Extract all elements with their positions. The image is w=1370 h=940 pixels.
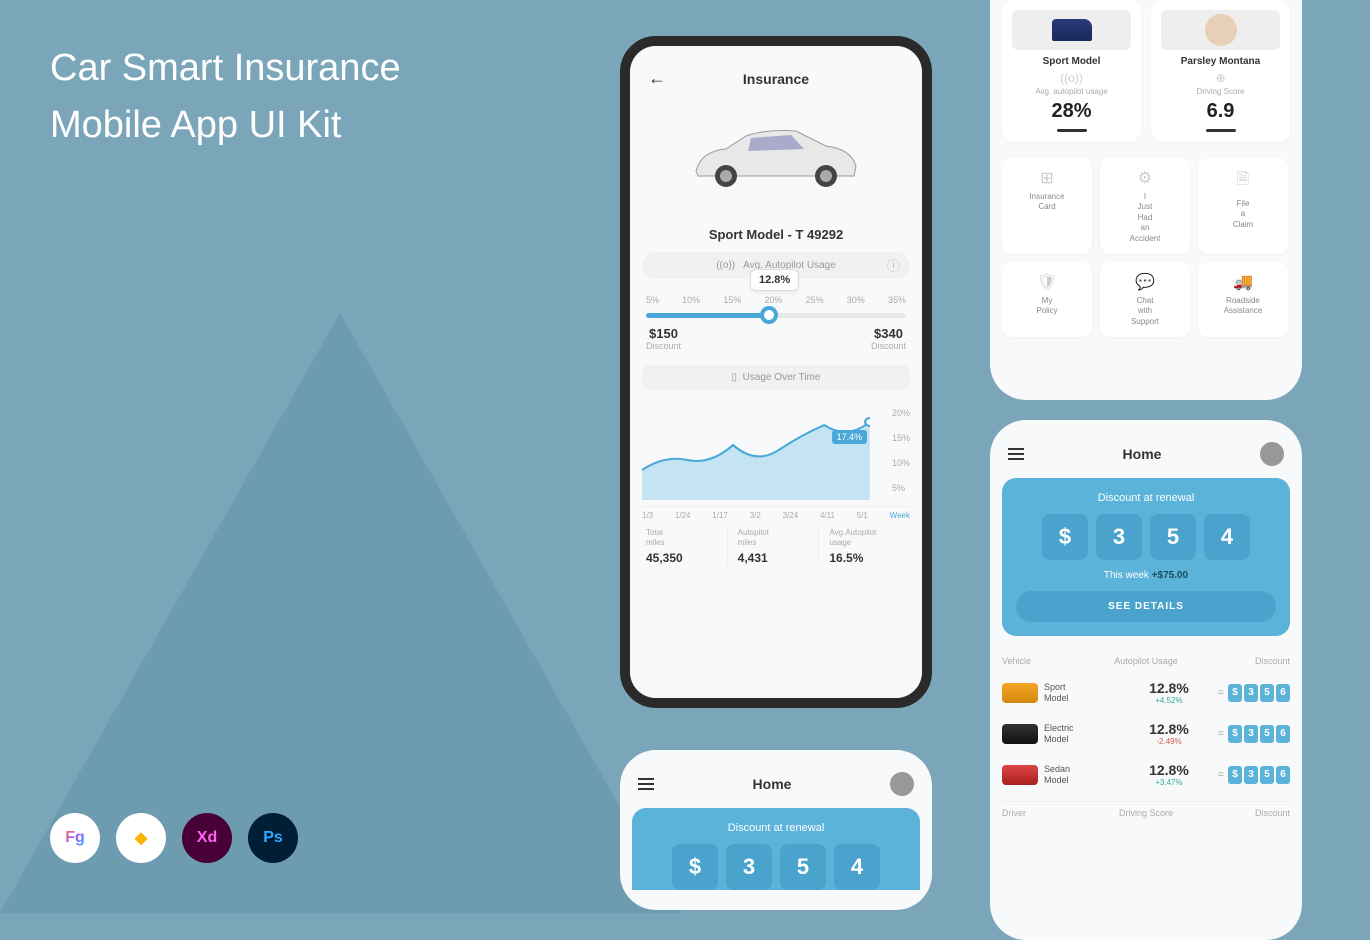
car-thumb <box>1002 683 1038 703</box>
digit: 345 <box>834 844 880 890</box>
info-icon[interactable]: i <box>887 259 900 272</box>
car-thumb <box>1002 724 1038 744</box>
vehicle-card[interactable]: Sport Model ((o)) Avg. autopilot usage 2… <box>1002 0 1141 142</box>
vehicle-row[interactable]: ElectricModel 12.8%-2.49% = $356 <box>1002 713 1290 754</box>
action-tile[interactable]: 💬ChatwithSupport <box>1100 262 1190 337</box>
menu-button[interactable] <box>638 778 654 790</box>
wheel-icon: ⊕ <box>1161 71 1280 85</box>
action-icon: 💬 <box>1104 272 1186 292</box>
stat-item: Totalmiles45,350 <box>642 528 728 565</box>
action-tile[interactable]: 🗎FileaClaim <box>1198 158 1288 254</box>
car-thumb <box>1002 765 1038 785</box>
xd-icon: Xd <box>182 813 232 863</box>
stat-item: Autopilotmiles4,431 <box>734 528 820 565</box>
avatar[interactable] <box>1260 442 1284 466</box>
signal-icon: ((o)) <box>716 260 735 271</box>
action-icon: ⚙ <box>1104 168 1186 188</box>
action-tile[interactable]: ⚙IJustHadanAccident <box>1100 158 1190 254</box>
bars-icon: ▯ <box>732 372 738 383</box>
driver-card[interactable]: Parsley Montana ⊕ Driving Score 6.9 <box>1151 0 1290 142</box>
discount-card[interactable]: Discount at renewal $234456345 <box>632 808 920 890</box>
table-header-2: Driver Driving Score Discount <box>1002 801 1290 824</box>
usage-chart[interactable]: 17.4% 20%15%10%5% <box>642 400 910 500</box>
slider-value-badge: 12.8% <box>750 269 799 291</box>
phone-home-partial: Home Discount at renewal $234456345 <box>620 750 932 910</box>
vehicle-row[interactable]: SportModel 12.8%+4.52% = $356 <box>1002 672 1290 713</box>
digit: 456 <box>780 844 826 890</box>
action-tile[interactable]: ⊞InsuranceCard <box>1002 158 1092 254</box>
phone-home: Home Discount at renewal $234456345 This… <box>990 420 1302 940</box>
digit: 456 <box>1150 514 1196 560</box>
back-button[interactable]: ← <box>648 68 666 89</box>
phone-dashboard: Sport Model ((o)) Avg. autopilot usage 2… <box>990 0 1302 400</box>
action-icon: 🛡 <box>1006 272 1088 292</box>
action-icon: 🚚 <box>1202 272 1284 292</box>
platform-icons: Fg ◆ Xd Ps <box>50 813 298 863</box>
menu-button[interactable] <box>1008 448 1024 460</box>
digit: 345 <box>1204 514 1250 560</box>
slider-thumb[interactable] <box>760 306 778 324</box>
figma-icon: Fg <box>50 813 100 863</box>
screen-title: Home <box>1024 446 1260 462</box>
signal-icon: ((o)) <box>1012 71 1131 85</box>
discount-card: Discount at renewal $234456345 This week… <box>1002 478 1290 636</box>
see-details-button[interactable]: SEE DETAILS <box>1016 591 1276 622</box>
phone-insurance: ← Insurance Sport Model - T 49292 ((o)) … <box>620 36 932 708</box>
avatar[interactable] <box>890 772 914 796</box>
usage-slider[interactable]: 12.8% 5%10%15%20%25%30%35% $150Discount … <box>646 295 906 351</box>
sketch-icon: ◆ <box>116 813 166 863</box>
usage-chart-header: ▯ Usage Over Time <box>642 365 910 390</box>
digit: $ <box>672 844 718 890</box>
screen-title: Home <box>654 776 890 792</box>
screen-title: Insurance <box>666 71 886 87</box>
action-tile[interactable]: 🛡MyPolicy <box>1002 262 1092 337</box>
stat-item: Avg.Autopilotusage16.5% <box>825 528 910 565</box>
digit: 234 <box>726 844 772 890</box>
ps-icon: Ps <box>248 813 298 863</box>
car-image <box>642 101 910 221</box>
chart-point-value: 17.4% <box>832 430 868 444</box>
car-model: Sport Model - T 49292 <box>642 227 910 242</box>
digit: $ <box>1042 514 1088 560</box>
table-header: Vehicle Autopilot Usage Discount <box>1002 650 1290 672</box>
action-tile[interactable]: 🚚RoadsideAssistance <box>1198 262 1288 337</box>
action-icon: 🗎 <box>1202 168 1284 195</box>
action-icon: ⊞ <box>1006 168 1088 188</box>
digit: 234 <box>1096 514 1142 560</box>
vehicle-row[interactable]: SedanModel 12.8%+3.47% = $356 <box>1002 754 1290 795</box>
page-title: Car Smart Insurance Mobile App UI Kit <box>50 40 401 154</box>
